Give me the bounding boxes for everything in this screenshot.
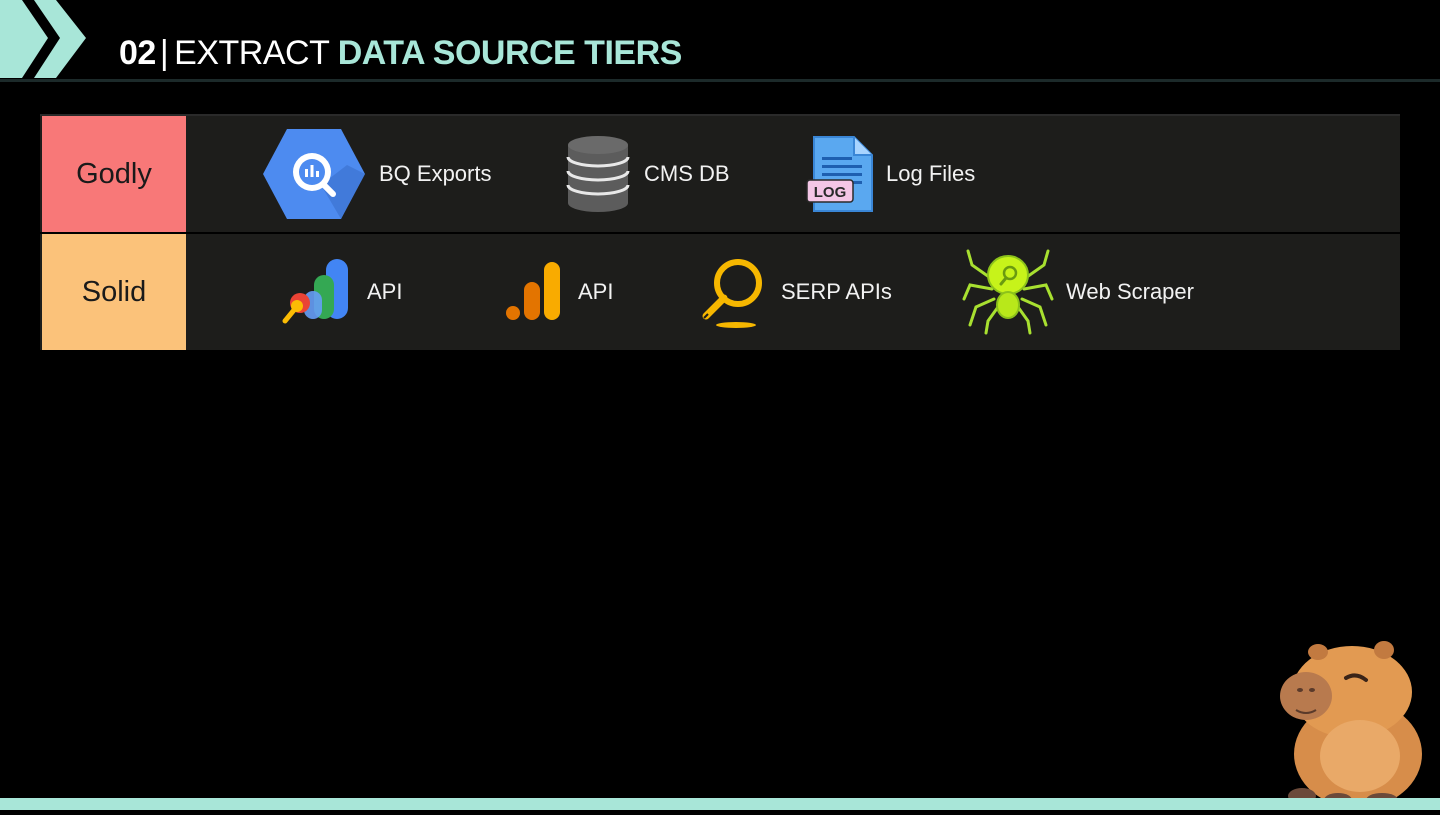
- tier-item-web-scraper: Web Scraper: [962, 234, 1194, 350]
- page-title: 02 | EXTRACT DATA SOURCE TIERS: [119, 34, 682, 73]
- slide-header: 02 | EXTRACT DATA SOURCE TIERS: [0, 0, 1440, 82]
- google-analytics-icon: [504, 260, 564, 324]
- section-number: 02: [119, 34, 156, 72]
- tier-row-godly: Godly BQ Exports CMS DB LOG Log Files: [40, 114, 1400, 234]
- capybara-mascot-icon: [1272, 636, 1428, 815]
- tier-table: Godly BQ Exports CMS DB LOG Log Files So…: [40, 114, 1400, 352]
- bigquery-icon: [261, 127, 367, 221]
- tier-item-label: BQ Exports: [379, 161, 492, 186]
- title-accent: DATA SOURCE TIERS: [337, 34, 683, 72]
- tier-item-log-files: LOG Log Files: [806, 116, 975, 232]
- chevron-right-icon: [0, 0, 86, 78]
- footer-accent-bar: [0, 798, 1440, 810]
- tier-item-serp-apis: SERP APIs: [698, 234, 892, 350]
- title-separator: |: [159, 34, 169, 72]
- database-icon: [566, 135, 630, 213]
- svg-text:LOG: LOG: [814, 184, 847, 201]
- tier-item-cms-db: CMS DB: [566, 116, 730, 232]
- looker-studio-icon: [282, 257, 352, 327]
- tier-item-label: API: [578, 279, 614, 304]
- spider-icon: [962, 249, 1054, 335]
- tier-item-analytics-api: API: [504, 234, 613, 350]
- tier-item-bq-exports: BQ Exports: [261, 116, 491, 232]
- tier-item-looker-api: API: [282, 234, 402, 350]
- tier-items-godly: BQ Exports CMS DB LOG Log Files: [226, 116, 1400, 232]
- tier-label-solid: Solid: [42, 234, 186, 350]
- tier-label-godly: Godly: [42, 116, 186, 232]
- title-extract: EXTRACT: [174, 34, 329, 72]
- tier-row-solid: Solid API API SERP APIs Web Scraper: [40, 234, 1400, 352]
- header-divider: [0, 79, 1440, 82]
- tier-items-solid: API API SERP APIs Web Scraper: [226, 234, 1400, 350]
- tier-item-label: Web Scraper: [1066, 279, 1194, 304]
- tier-item-label: CMS DB: [644, 161, 730, 186]
- tier-item-label: API: [367, 279, 403, 304]
- tier-item-label: Log Files: [886, 161, 976, 186]
- magnifier-icon: [698, 253, 768, 331]
- tier-item-label: SERP APIs: [781, 279, 892, 304]
- log-file-icon: LOG: [806, 135, 874, 213]
